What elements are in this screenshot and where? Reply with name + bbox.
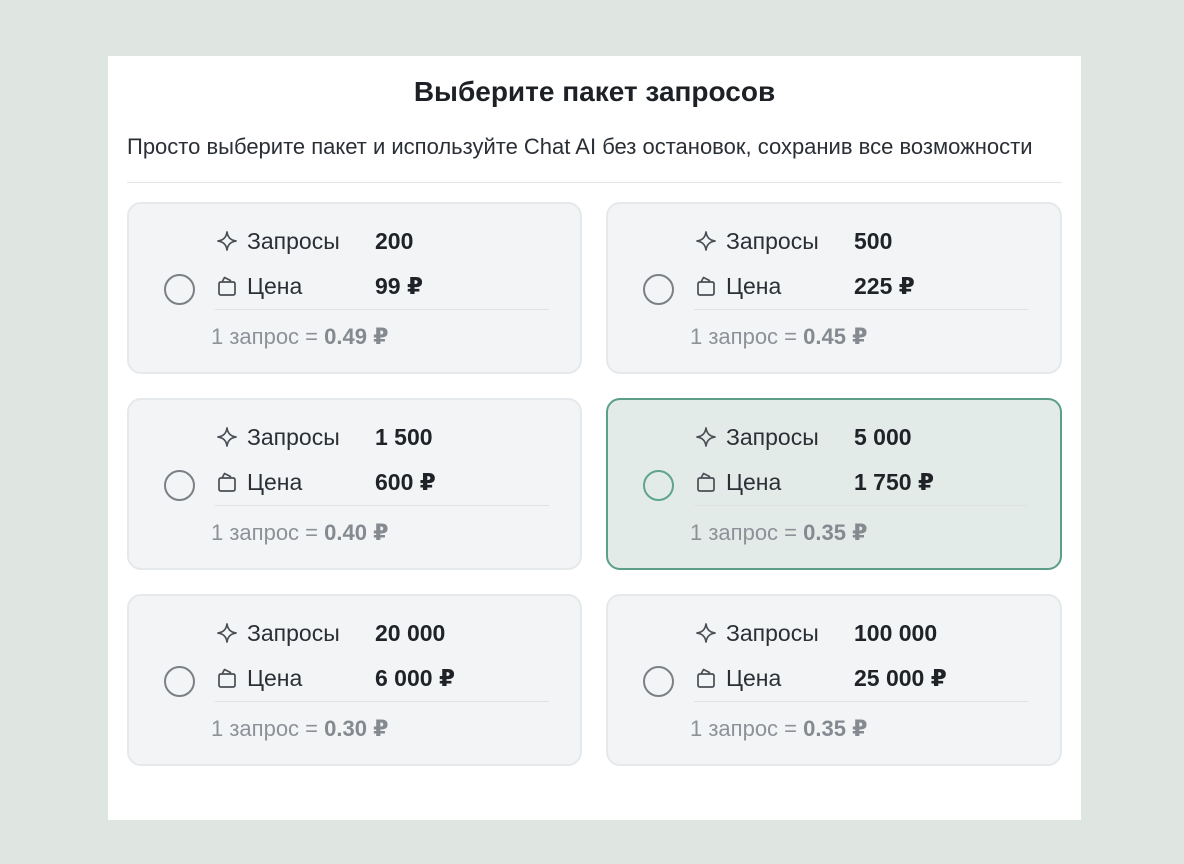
package-radio[interactable]	[164, 666, 195, 697]
sparkle-icon	[215, 229, 239, 253]
price-value: 1 750 ₽	[854, 468, 934, 495]
requests-row: Запросы 200	[215, 226, 413, 256]
unit-price-label: 1 запрос =	[690, 716, 798, 741]
card-divider	[215, 505, 549, 506]
unit-price: 1 запрос = 0.35 ₽	[690, 714, 867, 744]
price-label: Цена	[247, 272, 303, 299]
price-row: Цена 6 000 ₽	[215, 663, 455, 693]
requests-label: Запросы	[726, 619, 819, 646]
page-subtitle: Просто выберите пакет и используйте Chat…	[127, 134, 1033, 159]
card-divider	[694, 701, 1028, 702]
requests-label: Запросы	[247, 423, 340, 450]
sparkle-icon	[215, 621, 239, 645]
package-radio[interactable]	[643, 470, 674, 501]
unit-price-value: 0.30 ₽	[324, 716, 389, 741]
requests-label: Запросы	[247, 227, 340, 254]
price-value: 6 000 ₽	[375, 664, 455, 691]
bag-icon	[694, 666, 718, 690]
bag-icon	[694, 274, 718, 298]
requests-value: 200	[375, 227, 414, 254]
sparkle-icon	[694, 621, 718, 645]
requests-label: Запросы	[726, 227, 819, 254]
package-radio[interactable]	[643, 666, 674, 697]
package-card[interactable]: Запросы 1 500 Цена 600 ₽ 1 запрос = 0.40…	[127, 398, 582, 570]
card-divider	[694, 309, 1028, 310]
package-card[interactable]: Запросы 5 000 Цена 1 750 ₽ 1 запрос = 0.…	[606, 398, 1062, 570]
price-value: 225 ₽	[854, 272, 915, 299]
price-row: Цена 1 750 ₽	[694, 467, 934, 497]
requests-value: 5 000	[854, 423, 912, 450]
price-value: 99 ₽	[375, 272, 423, 299]
unit-price-value: 0.45 ₽	[803, 324, 868, 349]
price-label: Цена	[247, 664, 303, 691]
package-card[interactable]: Запросы 500 Цена 225 ₽ 1 запрос = 0.45 ₽	[606, 202, 1062, 374]
price-row: Цена 600 ₽	[215, 467, 436, 497]
package-card[interactable]: Запросы 200 Цена 99 ₽ 1 запрос = 0.49 ₽	[127, 202, 582, 374]
requests-value: 1 500	[375, 423, 433, 450]
bag-icon	[215, 470, 239, 494]
package-radio[interactable]	[164, 470, 195, 501]
divider	[127, 182, 1062, 183]
price-row: Цена 25 000 ₽	[694, 663, 947, 693]
unit-price: 1 запрос = 0.30 ₽	[211, 714, 388, 744]
bag-icon	[694, 470, 718, 494]
unit-price-label: 1 запрос =	[211, 716, 319, 741]
unit-price: 1 запрос = 0.45 ₽	[690, 322, 867, 352]
price-row: Цена 99 ₽	[215, 271, 423, 301]
package-radio[interactable]	[643, 274, 674, 305]
requests-value: 20 000	[375, 619, 446, 646]
package-radio[interactable]	[164, 274, 195, 305]
package-card[interactable]: Запросы 100 000 Цена 25 000 ₽ 1 запрос =…	[606, 594, 1062, 766]
unit-price-value: 0.40 ₽	[324, 520, 389, 545]
page-title: Выберите пакет запросов	[413, 76, 776, 107]
card-divider	[694, 505, 1028, 506]
unit-price-label: 1 запрос =	[690, 324, 798, 349]
bag-icon	[215, 666, 239, 690]
unit-price-value: 0.35 ₽	[803, 520, 868, 545]
requests-row: Запросы 100 000	[694, 618, 937, 648]
unit-price-label: 1 запрос =	[690, 520, 798, 545]
unit-price-label: 1 запрос =	[211, 520, 319, 545]
unit-price: 1 запрос = 0.35 ₽	[690, 518, 867, 548]
price-label: Цена	[726, 272, 782, 299]
unit-price: 1 запрос = 0.49 ₽	[211, 322, 388, 352]
requests-row: Запросы 1 500	[215, 422, 433, 452]
requests-row: Запросы 500	[694, 226, 892, 256]
package-grid: Запросы 200 Цена 99 ₽ 1 запрос = 0.49 ₽	[127, 202, 1062, 766]
sparkle-icon	[694, 425, 718, 449]
price-row: Цена 225 ₽	[694, 271, 915, 301]
price-label: Цена	[726, 468, 782, 495]
price-label: Цена	[247, 468, 303, 495]
requests-value: 500	[854, 227, 893, 254]
price-value: 600 ₽	[375, 468, 436, 495]
unit-price-value: 0.35 ₽	[803, 716, 868, 741]
price-label: Цена	[726, 664, 782, 691]
requests-label: Запросы	[726, 423, 819, 450]
requests-value: 100 000	[854, 619, 938, 646]
card-divider	[215, 701, 549, 702]
unit-price-label: 1 запрос =	[211, 324, 319, 349]
sparkle-icon	[694, 229, 718, 253]
sparkle-icon	[215, 425, 239, 449]
card-divider	[215, 309, 549, 310]
unit-price-value: 0.49 ₽	[324, 324, 389, 349]
requests-row: Запросы 20 000	[215, 618, 445, 648]
package-selection-panel: Выберите пакет запросов Просто выберите …	[108, 56, 1081, 820]
unit-price: 1 запрос = 0.40 ₽	[211, 518, 388, 548]
requests-row: Запросы 5 000	[694, 422, 912, 452]
bag-icon	[215, 274, 239, 298]
package-card[interactable]: Запросы 20 000 Цена 6 000 ₽ 1 запрос = 0…	[127, 594, 582, 766]
requests-label: Запросы	[247, 619, 340, 646]
price-value: 25 000 ₽	[854, 664, 947, 691]
